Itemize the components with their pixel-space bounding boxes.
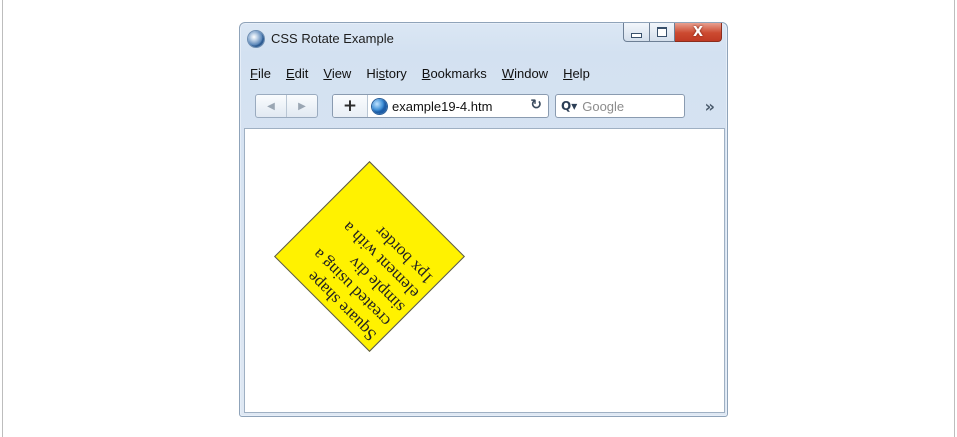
menu-help[interactable]: Help xyxy=(557,63,596,85)
url-text[interactable]: example19-4.htm xyxy=(392,99,492,114)
minimize-button[interactable] xyxy=(623,23,650,42)
forward-arrow-icon: ▶ xyxy=(298,100,306,112)
page-content: Square shape created using a simple div … xyxy=(244,128,725,413)
navigation-toolbar: ◀ ▶ + example19-4.htm ↻ Q▾ Google » xyxy=(240,91,727,125)
menu-bookmarks[interactable]: Bookmarks xyxy=(416,63,493,85)
back-forward-group: ◀ ▶ xyxy=(255,94,318,118)
rotated-square: Square shape created using a simple div … xyxy=(274,161,465,352)
plus-icon: + xyxy=(342,96,358,116)
maximize-icon xyxy=(657,27,667,37)
menu-window[interactable]: Window xyxy=(496,63,554,85)
menu-history-label: tory xyxy=(385,66,407,81)
search-icon[interactable]: Q▾ xyxy=(561,99,577,113)
minimize-icon xyxy=(631,32,642,38)
back-button[interactable]: ◀ xyxy=(256,95,287,117)
window-controls: X xyxy=(623,23,722,43)
menu-bookmarks-label: ookmarks xyxy=(430,66,487,81)
browser-window: CSS Rotate Example X File Edit View Hist… xyxy=(239,22,728,417)
menu-view[interactable]: View xyxy=(317,63,357,85)
address-bar[interactable]: + example19-4.htm ↻ xyxy=(332,94,549,118)
search-box[interactable]: Q▾ Google xyxy=(555,94,685,118)
menu-view-label: iew xyxy=(331,66,352,81)
menu-edit-accel: E xyxy=(285,66,295,81)
back-arrow-icon: ◀ xyxy=(267,100,275,112)
menu-window-label: indow xyxy=(514,66,549,81)
menu-file-label: ile xyxy=(257,66,271,81)
browser-app-icon[interactable] xyxy=(248,31,264,47)
maximize-button[interactable] xyxy=(650,23,675,42)
page-border-left xyxy=(2,0,3,437)
close-button[interactable]: X xyxy=(675,23,722,42)
close-icon: X xyxy=(692,24,704,40)
menu-window-accel: W xyxy=(501,66,515,81)
page-border-right xyxy=(954,0,955,437)
menu-bar: File Edit View History Bookmarks Window … xyxy=(244,63,599,85)
window-title: CSS Rotate Example xyxy=(271,31,394,46)
menu-file-accel: F xyxy=(250,66,258,81)
menu-view-accel: V xyxy=(323,66,332,81)
search-placeholder[interactable]: Google xyxy=(582,99,624,114)
reload-icon[interactable]: ↻ xyxy=(530,97,542,113)
globe-icon xyxy=(372,98,387,114)
menu-help-label: elp xyxy=(572,66,590,81)
title-bar[interactable]: CSS Rotate Example X xyxy=(240,23,727,55)
menu-history-prefix: Hi xyxy=(366,66,379,81)
add-bookmark-button[interactable]: + xyxy=(333,95,368,117)
menu-edit[interactable]: Edit xyxy=(280,63,314,85)
menu-history[interactable]: History xyxy=(360,63,412,85)
menu-file[interactable]: File xyxy=(244,63,277,85)
chevron-overflow-icon[interactable]: » xyxy=(705,97,715,116)
menu-edit-label: dit xyxy=(294,66,309,81)
forward-button[interactable]: ▶ xyxy=(287,95,317,117)
